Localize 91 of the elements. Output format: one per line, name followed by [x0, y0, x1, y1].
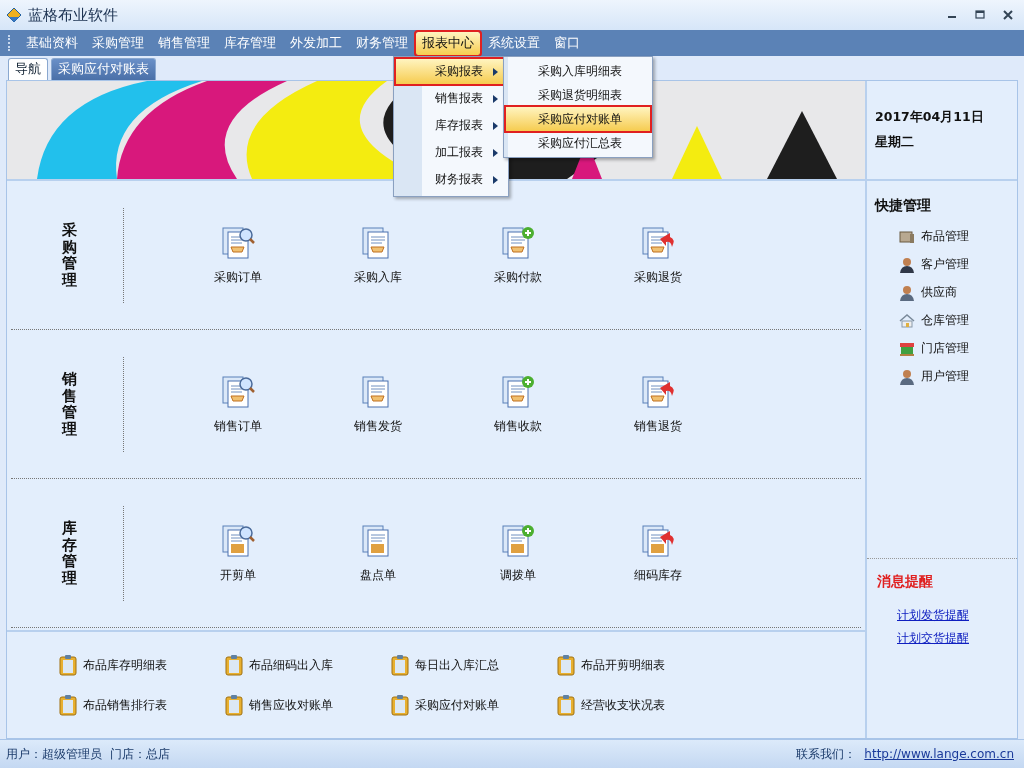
menu-item[interactable]: 窗口: [548, 31, 586, 55]
reminder-link[interactable]: 计划发货提醒: [877, 607, 1007, 624]
report-link[interactable]: 布品细码出入库: [225, 654, 391, 676]
module-button[interactable]: 细码库存: [588, 522, 728, 584]
clipboard-icon: [557, 654, 575, 676]
menu-item[interactable]: 销售报表: [396, 86, 506, 111]
module-button[interactable]: 销售退货: [588, 373, 728, 435]
close-icon: [1003, 10, 1013, 20]
report-link[interactable]: 布品销售排行表: [59, 694, 225, 716]
menu-item[interactable]: 基础资料: [20, 31, 84, 55]
menu-item[interactable]: 采购入库明细表: [506, 59, 650, 83]
submenu-arrow-icon: [493, 121, 498, 130]
shortcut-link[interactable]: 客户管理: [875, 256, 1009, 273]
document-search-icon: [220, 373, 256, 410]
document-search-icon: [220, 224, 256, 261]
module-button[interactable]: 销售发货: [308, 373, 448, 435]
document-add-icon: [500, 522, 536, 559]
menu-item[interactable]: 外发加工: [284, 31, 348, 55]
clipboard-icon: [225, 694, 243, 716]
section-title: 库存管理: [62, 520, 77, 586]
document-add-icon: [500, 224, 536, 261]
menu-item[interactable]: 采购管理: [86, 31, 150, 55]
date-text: 2017年04月11日: [875, 109, 985, 126]
panel-title: 快捷管理: [875, 197, 932, 215]
document-add-icon: [500, 373, 536, 410]
person-icon: [899, 368, 915, 385]
person-icon: [899, 256, 915, 273]
person-icon: [899, 284, 915, 301]
contact-label: 联系我们：: [796, 745, 857, 763]
house-icon: [899, 313, 915, 328]
menu-item[interactable]: 库存报表: [396, 113, 506, 138]
shortcut-link[interactable]: 供应商: [875, 284, 1009, 301]
menu-item[interactable]: 报表中心: [416, 31, 480, 55]
module-button[interactable]: 采购退货: [588, 224, 728, 286]
module-button[interactable]: 采购入库: [308, 224, 448, 286]
menu-item[interactable]: 库存管理: [218, 31, 282, 55]
panel-title: 消息提醒: [877, 573, 934, 591]
clipboard-icon: [59, 654, 77, 676]
submenu-arrow-icon: [493, 67, 498, 76]
menu-item[interactable]: 采购应付对账单: [506, 107, 650, 131]
tab[interactable]: 导航: [8, 58, 48, 80]
menu-item[interactable]: 采购应付汇总表: [506, 131, 650, 155]
submenu-arrow-icon: [493, 148, 498, 157]
clipboard-icon: [225, 654, 243, 676]
menu-item[interactable]: 采购退货明细表: [506, 83, 650, 107]
section-title: 采购管理: [62, 222, 77, 288]
clipboard-icon: [59, 694, 77, 716]
weekday-text: 星期二: [875, 134, 915, 151]
tab[interactable]: 采购应付对账表: [51, 58, 156, 80]
module-button[interactable]: 销售收款: [448, 373, 588, 435]
document-return-icon: [640, 224, 676, 261]
module-button[interactable]: 采购付款: [448, 224, 588, 286]
module-button[interactable]: 开剪单: [168, 522, 308, 584]
maximize-icon: [975, 10, 985, 20]
report-link[interactable]: 每日出入库汇总: [391, 654, 557, 676]
module-button[interactable]: 采购订单: [168, 224, 308, 286]
store-text: 门店：总店: [110, 745, 170, 763]
section-title: 销售管理: [62, 371, 77, 437]
clipboard-icon: [391, 694, 409, 716]
menu-item[interactable]: 销售管理: [152, 31, 216, 55]
report-link[interactable]: 布品开剪明细表: [557, 654, 723, 676]
submenu-arrow-icon: [493, 94, 498, 103]
fabric-roll-icon: [899, 229, 915, 244]
menu-item[interactable]: 采购报表: [396, 59, 506, 84]
shop-icon: [899, 341, 915, 356]
menu-item[interactable]: 加工报表: [396, 140, 506, 165]
module-button[interactable]: 盘点单: [308, 522, 448, 584]
shortcut-link[interactable]: 仓库管理: [875, 312, 1009, 329]
submenu-arrow-icon: [493, 175, 498, 184]
report-link[interactable]: 布品库存明细表: [59, 654, 225, 676]
shortcut-link[interactable]: 布品管理: [875, 228, 1009, 245]
document-return-icon: [640, 373, 676, 410]
window-title: 蓝格布业软件: [28, 5, 118, 25]
document-search-icon: [220, 522, 256, 559]
report-link[interactable]: 经营收支状况表: [557, 694, 723, 716]
menu-item[interactable]: 财务管理: [350, 31, 414, 55]
reminder-link[interactable]: 计划交货提醒: [877, 630, 1007, 647]
menu-item[interactable]: 系统设置: [482, 31, 546, 55]
module-button[interactable]: 销售订单: [168, 373, 308, 435]
document-return-icon: [640, 522, 676, 559]
clipboard-icon: [391, 654, 409, 676]
shortcut-link[interactable]: 门店管理: [875, 340, 1009, 357]
module-button[interactable]: 调拨单: [448, 522, 588, 584]
website-link[interactable]: http://www.lange.com.cn: [864, 747, 1014, 761]
shortcut-link[interactable]: 用户管理: [875, 368, 1009, 385]
report-link[interactable]: 销售应收对账单: [225, 694, 391, 716]
user-text: 用户：超级管理员: [6, 745, 102, 763]
app-logo-icon: [6, 7, 22, 23]
menu-item[interactable]: 财务报表: [396, 167, 506, 192]
report-link[interactable]: 采购应付对账单: [391, 694, 557, 716]
clipboard-icon: [557, 694, 575, 716]
